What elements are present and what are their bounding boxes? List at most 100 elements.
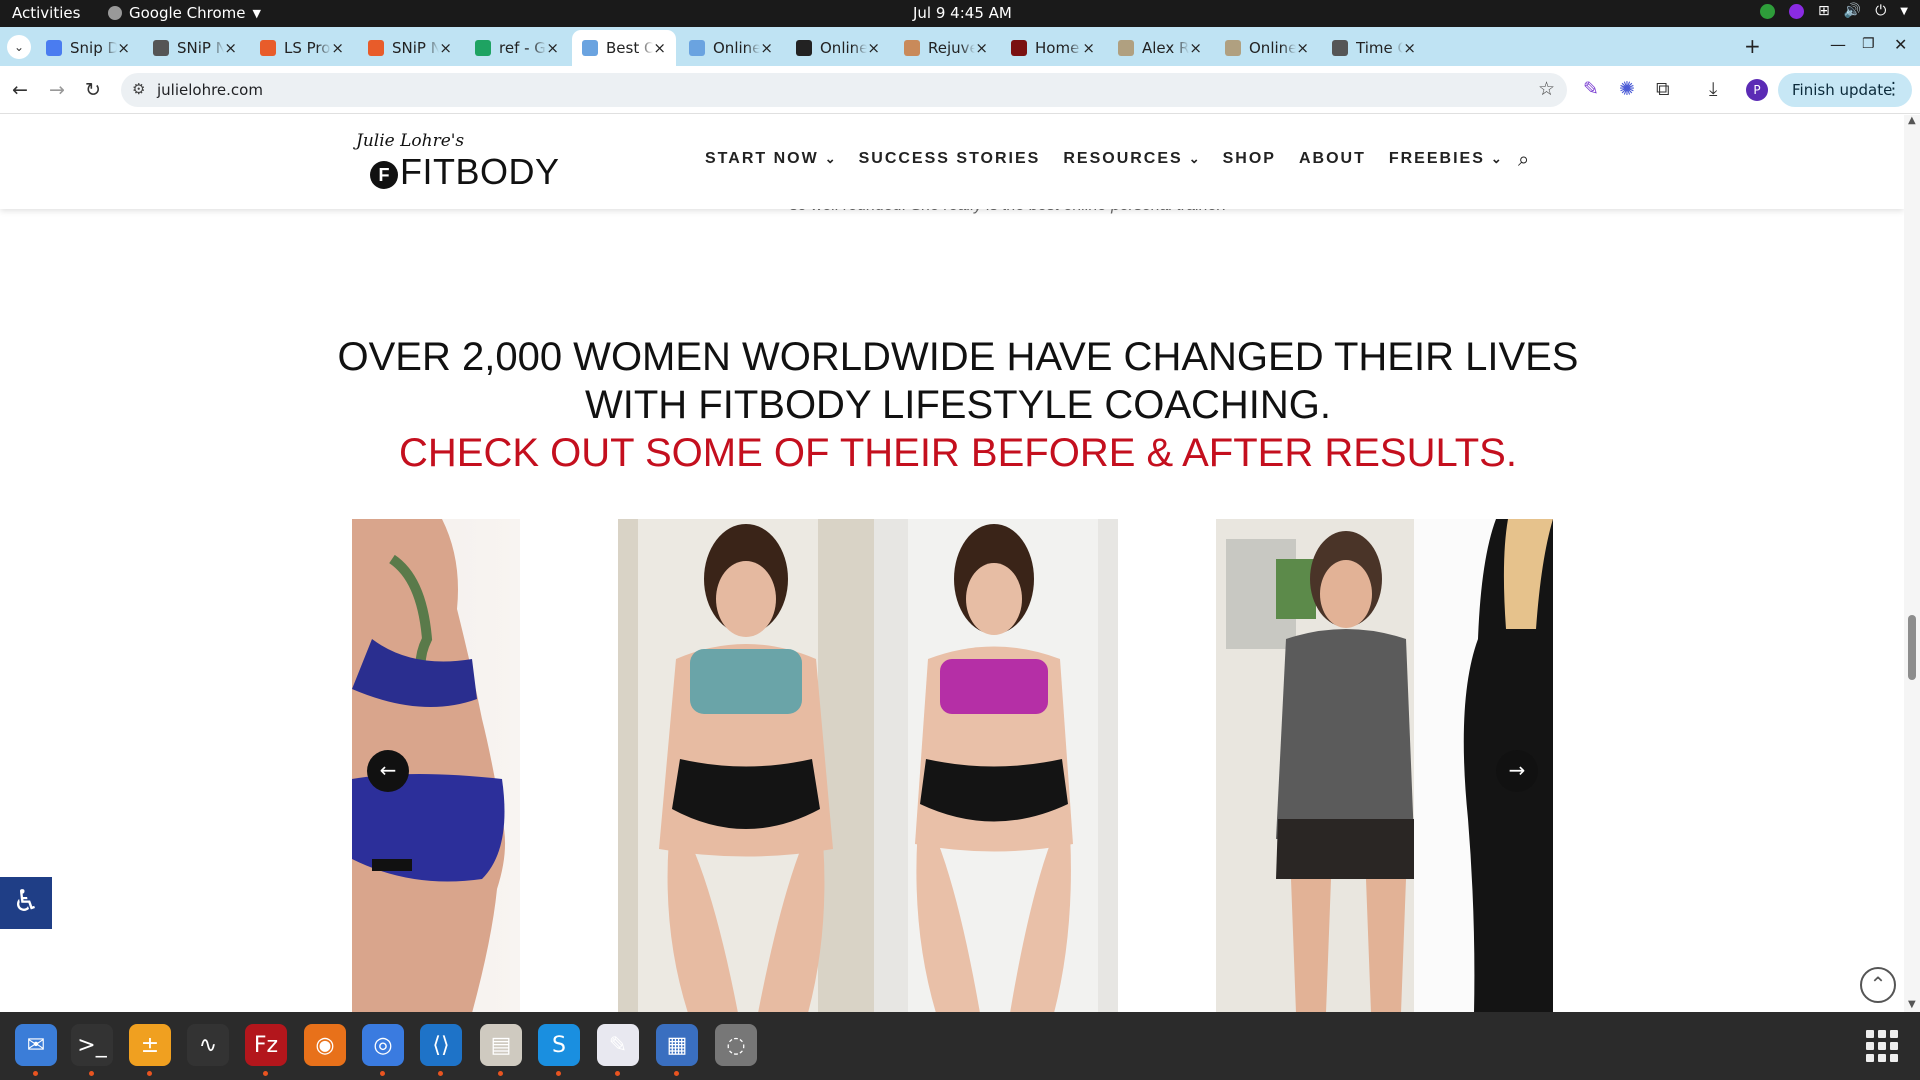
browser-tab[interactable]: Rejuvena× [894, 30, 998, 66]
dock-item-calculator[interactable]: ± [129, 1024, 171, 1076]
site-header: Julie Lohre's F FITBODY START NOW ⌄ SUCCES… [0, 115, 1904, 209]
address-bar[interactable]: ⚙ julielohre.com ☆ [121, 73, 1567, 107]
tab-favicon-icon [46, 40, 62, 56]
browser-tab[interactable]: Home | D× [1001, 30, 1105, 66]
show-apps-grid-icon[interactable] [1866, 1030, 1898, 1062]
tab-close-icon[interactable]: × [117, 39, 130, 57]
caret-down-icon[interactable]: ▼ [1900, 6, 1908, 17]
nav-item-start-now[interactable]: START NOW ⌄ [705, 150, 836, 168]
pen-extension-icon[interactable]: ✎ [1583, 78, 1599, 100]
filezilla-icon: Fz [253, 1032, 279, 1058]
dock-item-system-monitor[interactable]: ∿ [187, 1024, 229, 1066]
finish-update-label: Finish update [1792, 81, 1893, 99]
nav-item-about[interactable]: ABOUT [1299, 150, 1366, 168]
running-indicator [147, 1071, 152, 1076]
dock-item-files[interactable]: ▤ [480, 1024, 522, 1076]
browser-tab[interactable]: Online Fi× [786, 30, 890, 66]
app-menu[interactable]: Google Chrome ▼ [108, 4, 261, 22]
headline-line-3: CHECK OUT SOME OF THEIR BEFORE & AFTER R… [399, 431, 1517, 475]
browser-tab[interactable]: SNiP Nut× [358, 30, 462, 66]
profile-avatar[interactable]: P [1746, 79, 1768, 101]
minimize-icon[interactable]: — [1830, 35, 1846, 54]
page-scrollbar[interactable]: ▲ ▼ [1904, 115, 1920, 1012]
tab-close-icon[interactable]: × [224, 39, 237, 57]
browser-tab[interactable]: LS Pro Sy× [250, 30, 354, 66]
network-icon[interactable]: ⊞ [1818, 3, 1830, 19]
scroll-to-top-button[interactable]: ⌃ [1860, 967, 1896, 1003]
dock-item-disks[interactable]: ◌ [715, 1024, 757, 1066]
dock-item-filezilla[interactable]: Fz [245, 1024, 287, 1076]
tab-close-icon[interactable]: × [760, 39, 773, 57]
running-indicator [380, 1071, 385, 1076]
browser-tab[interactable]: Online P× [1215, 30, 1319, 66]
browser-tab[interactable]: SNiP Nut× [143, 30, 247, 66]
tab-search-icon[interactable]: ⌄ [7, 35, 31, 59]
tab-close-icon[interactable]: × [975, 39, 988, 57]
dock-item-vs-code[interactable]: ⟨⟩ [420, 1024, 462, 1076]
browser-tab[interactable]: Snip Det× [36, 30, 140, 66]
dock-item-firefox[interactable]: ◉ [304, 1024, 346, 1066]
tab-close-icon[interactable]: × [867, 39, 880, 57]
tab-close-icon[interactable]: × [331, 39, 344, 57]
clock[interactable]: Jul 9 4:45 AM [913, 4, 1012, 22]
browser-tab[interactable]: ref - Goo× [465, 30, 569, 66]
volume-icon[interactable]: 🔊 [1844, 3, 1861, 19]
taskbar-dock: ✉ >_ ± ∿ Fz ◉ ◎ ⟨⟩ ▤ S ✎ ▦ ◌ [0, 1012, 1920, 1080]
dock-item-thunderbird[interactable]: ✉ [15, 1024, 57, 1076]
nav-item-shop[interactable]: SHOP [1223, 150, 1276, 168]
before-after-photo[interactable] [618, 519, 1118, 1012]
finish-update-button[interactable]: Finish update ⋮ [1778, 73, 1912, 107]
dock-item-terminal[interactable]: >_ [71, 1024, 113, 1076]
nav-item-success-stories[interactable]: SUCCESS STORIES [859, 150, 1041, 168]
search-icon[interactable]: ⌕ [1518, 147, 1529, 171]
tab-close-icon[interactable]: × [1403, 39, 1416, 57]
tab-close-icon[interactable]: × [1296, 39, 1309, 57]
system-tray[interactable]: ⊞ 🔊 ⏻ ▼ [1760, 3, 1908, 19]
site-logo[interactable]: Julie Lohre's F FITBODY [356, 129, 566, 199]
scroll-up-icon[interactable]: ▲ [1908, 115, 1916, 126]
extension-indicator-icon[interactable] [1789, 3, 1805, 19]
nav-item-freebies[interactable]: FREEBIES ⌄ [1389, 150, 1502, 168]
close-window-icon[interactable]: ✕ [1894, 35, 1907, 54]
dock-item-chrome[interactable]: ◎ [362, 1024, 404, 1076]
restore-icon[interactable]: ❐ [1862, 36, 1875, 52]
tab-close-icon[interactable]: × [653, 39, 666, 57]
reload-icon[interactable]: ↻ [85, 79, 101, 101]
nav-item-label: RESOURCES [1063, 150, 1183, 167]
tab-close-icon[interactable]: × [1082, 39, 1095, 57]
dock-item-text-editor[interactable]: ✎ [597, 1024, 639, 1076]
puzzle-extensions-icon[interactable]: ⧉ [1656, 78, 1670, 100]
accessibility-toolbar-button[interactable]: ♿ [0, 877, 52, 929]
before-after-carousel[interactable]: ← → [352, 519, 1553, 1012]
url-text[interactable]: julielohre.com [157, 81, 263, 99]
carousel-next-button[interactable]: → [1496, 750, 1538, 792]
writer-icon: ▦ [666, 1032, 688, 1058]
site-info-icon[interactable]: ⚙ [132, 80, 145, 98]
dock-item-libreoffice-writer[interactable]: ▦ [656, 1024, 698, 1076]
browser-tab[interactable]: Best Onl× [572, 30, 676, 66]
new-tab-icon[interactable]: + [1744, 34, 1761, 58]
nav-item-resources[interactable]: RESOURCES ⌄ [1063, 150, 1199, 168]
scroll-down-icon[interactable]: ▼ [1908, 999, 1916, 1010]
running-indicator [615, 1071, 620, 1076]
browser-tab[interactable]: Time Cal× [1322, 30, 1426, 66]
browser-tab[interactable]: Alex Rea× [1108, 30, 1212, 66]
back-icon[interactable]: ← [12, 79, 28, 101]
bookmark-star-icon[interactable]: ☆ [1538, 78, 1555, 100]
tab-close-icon[interactable]: × [546, 39, 559, 57]
carousel-prev-button[interactable]: ← [367, 750, 409, 792]
download-icon[interactable]: ⤓ [1709, 78, 1717, 100]
dock-item-skype[interactable]: S [538, 1024, 580, 1076]
power-icon[interactable]: ⏻ [1875, 3, 1886, 19]
activities-button[interactable]: Activities [12, 4, 80, 22]
running-indicator [674, 1071, 679, 1076]
caret-down-icon: ▼ [252, 6, 261, 20]
browser-tab[interactable]: Online Fi× [679, 30, 783, 66]
logo-wordmark: FITBODY [400, 151, 560, 192]
tab-close-icon[interactable]: × [1189, 39, 1202, 57]
scrollbar-thumb[interactable] [1908, 615, 1916, 680]
tab-close-icon[interactable]: × [439, 39, 452, 57]
gear-extension-icon[interactable]: ✺ [1619, 78, 1635, 100]
forward-icon[interactable]: → [49, 79, 65, 101]
update-indicator-icon[interactable] [1760, 3, 1776, 19]
